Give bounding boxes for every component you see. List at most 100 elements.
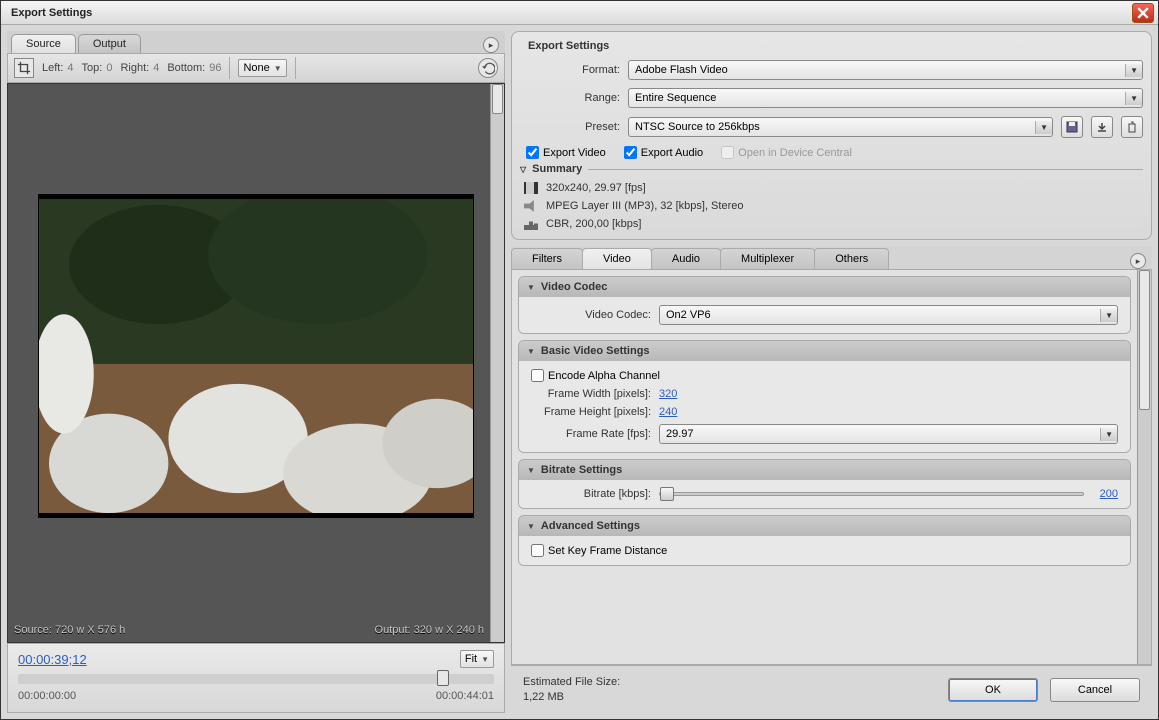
- preview-image: [38, 194, 474, 518]
- ok-button[interactable]: OK: [948, 678, 1038, 702]
- bitrate-slider[interactable]: [659, 492, 1084, 496]
- crop-aspect-select[interactable]: None▼: [238, 59, 286, 77]
- crop-right[interactable]: Right:4: [120, 62, 159, 74]
- crop-top[interactable]: Top:0: [82, 62, 113, 74]
- crop-bottom-value[interactable]: 96: [209, 62, 221, 74]
- tab-audio[interactable]: Audio: [651, 248, 721, 269]
- preview-source-info: Source: 720 w X 576 h: [14, 624, 125, 636]
- preview-scrollbar[interactable]: [490, 84, 504, 642]
- summary-heading[interactable]: ▽ Summary: [520, 159, 1143, 179]
- tab-multiplexer[interactable]: Multiplexer: [720, 248, 815, 269]
- timeline-start: 00:00:00:00: [18, 690, 76, 702]
- frame-rate-value: 29.97: [666, 428, 694, 440]
- advanced-heading[interactable]: ▼Advanced Settings: [519, 516, 1130, 536]
- preview-output-info: Output: 320 w X 240 h: [375, 624, 484, 636]
- format-label: Format:: [520, 64, 620, 76]
- crop-bottom[interactable]: Bottom: 96: [167, 62, 221, 74]
- timecode-display[interactable]: 00:00:39;12: [18, 652, 87, 667]
- timeline-end: 00:00:44:01: [436, 690, 494, 702]
- format-select[interactable]: Adobe Flash Video▼: [628, 60, 1143, 80]
- bitrate-value[interactable]: 200: [1100, 488, 1118, 500]
- left-pane: Source Output ▸ Left: 4 Top:0 Right:4 Bot…: [7, 31, 505, 713]
- export-audio-checkbox[interactable]: Export Audio: [624, 146, 703, 159]
- crop-aspect-value: None: [243, 62, 269, 74]
- settings-flyout-button[interactable]: ▸: [1130, 253, 1146, 269]
- advanced-section: ▼Advanced Settings Set Key Frame Distanc…: [518, 515, 1131, 566]
- settings-scrollbar[interactable]: [1137, 270, 1151, 664]
- video-codec-section: ▼Video Codec Video Codec: On2 VP6▼: [518, 276, 1131, 334]
- basic-video-heading[interactable]: ▼Basic Video Settings: [519, 341, 1130, 361]
- tab-filters[interactable]: Filters: [511, 248, 583, 269]
- crop-icon[interactable]: [14, 58, 34, 78]
- delete-preset-button[interactable]: [1121, 116, 1143, 138]
- preset-value: NTSC Source to 256kbps: [635, 121, 760, 133]
- video-codec-value: On2 VP6: [666, 309, 711, 321]
- timeline-scrubber[interactable]: [18, 674, 494, 684]
- settings-tab-strip: Filters Video Audio Multiplexer Others ▸: [511, 246, 1152, 270]
- crop-top-label: Top:: [82, 62, 103, 74]
- speaker-icon: [524, 200, 538, 212]
- crop-bottom-label: Bottom:: [167, 62, 205, 74]
- frame-height-label: Frame Height [pixels]:: [531, 406, 651, 418]
- bitrate-label: Bitrate [kbps]:: [531, 488, 651, 500]
- summary-video: 320x240, 29.97 [fps]: [546, 182, 646, 194]
- tab-others[interactable]: Others: [814, 248, 889, 269]
- encode-alpha-label: Encode Alpha Channel: [548, 370, 660, 382]
- estimated-size-label: Estimated File Size:: [523, 675, 620, 689]
- window-title: Export Settings: [5, 7, 1132, 19]
- summary-list: 320x240, 29.97 [fps] MPEG Layer III (MP3…: [520, 179, 1143, 233]
- range-value: Entire Sequence: [635, 92, 716, 104]
- crop-left[interactable]: Left: 4: [42, 62, 74, 74]
- bitrate-slider-thumb[interactable]: [660, 487, 674, 501]
- summary-label: Summary: [532, 163, 582, 175]
- frame-width-value[interactable]: 320: [659, 388, 677, 400]
- basic-video-section: ▼Basic Video Settings Encode Alpha Chann…: [518, 340, 1131, 453]
- frame-rate-select[interactable]: 29.97▼: [659, 424, 1118, 444]
- export-video-label: Export Video: [543, 147, 606, 159]
- playhead[interactable]: [437, 670, 449, 686]
- close-button[interactable]: [1132, 3, 1154, 23]
- tab-source[interactable]: Source: [11, 34, 76, 53]
- preview-area: Source: 720 w X 576 h Output: 320 w X 24…: [7, 83, 505, 643]
- open-device-label: Open in Device Central: [738, 147, 852, 159]
- import-preset-button[interactable]: [1091, 116, 1113, 138]
- titlebar: Export Settings: [1, 1, 1158, 25]
- right-pane: Export Settings Format: Adobe Flash Vide…: [511, 31, 1152, 713]
- video-codec-label: Video Codec:: [531, 309, 651, 321]
- preview-tab-strip: Source Output ▸: [7, 31, 505, 53]
- tab-video[interactable]: Video: [582, 248, 652, 269]
- crop-top-value[interactable]: 0: [106, 62, 112, 74]
- range-label: Range:: [520, 92, 620, 104]
- save-preset-button[interactable]: [1061, 116, 1083, 138]
- set-keyframe-checkbox[interactable]: Set Key Frame Distance: [531, 544, 1118, 557]
- frame-rate-label: Frame Rate [fps]:: [531, 428, 651, 440]
- bitrate-heading[interactable]: ▼Bitrate Settings: [519, 460, 1130, 480]
- encode-alpha-checkbox[interactable]: Encode Alpha Channel: [531, 369, 1118, 382]
- crop-left-label: Left:: [42, 62, 63, 74]
- crop-right-value[interactable]: 4: [153, 62, 159, 74]
- tab-output[interactable]: Output: [78, 34, 141, 53]
- export-settings-heading: Export Settings: [520, 38, 1143, 56]
- cancel-button[interactable]: Cancel: [1050, 678, 1140, 702]
- export-audio-label: Export Audio: [641, 147, 703, 159]
- range-select[interactable]: Entire Sequence▼: [628, 88, 1143, 108]
- timeline-bar: 00:00:39;12 Fit▼ 00:00:00:00 00:00:44:01: [7, 643, 505, 713]
- preset-select[interactable]: NTSC Source to 256kbps▼: [628, 117, 1053, 137]
- dialog-body: Source Output ▸ Left: 4 Top:0 Right:4 Bot…: [1, 25, 1158, 719]
- crop-left-value[interactable]: 4: [67, 62, 73, 74]
- zoom-fit-select[interactable]: Fit▼: [460, 650, 494, 668]
- crop-apply-button[interactable]: [478, 58, 498, 78]
- preview-flyout-button[interactable]: ▸: [483, 37, 499, 53]
- chart-icon: [524, 218, 538, 230]
- frame-width-label: Frame Width [pixels]:: [531, 388, 651, 400]
- frame-height-value[interactable]: 240: [659, 406, 677, 418]
- summary-bitrate: CBR, 200,00 [kbps]: [546, 218, 641, 230]
- preset-label: Preset:: [520, 121, 620, 133]
- estimated-size: Estimated File Size: 1,22 MB: [523, 675, 620, 704]
- video-codec-select[interactable]: On2 VP6▼: [659, 305, 1118, 325]
- video-codec-heading[interactable]: ▼Video Codec: [519, 277, 1130, 297]
- crop-toolbar: Left: 4 Top:0 Right:4 Bottom: 96 None▼: [7, 53, 505, 83]
- export-video-checkbox[interactable]: Export Video: [526, 146, 606, 159]
- zoom-fit-value: Fit: [465, 653, 477, 665]
- export-settings-group: Export Settings Format: Adobe Flash Vide…: [511, 31, 1152, 240]
